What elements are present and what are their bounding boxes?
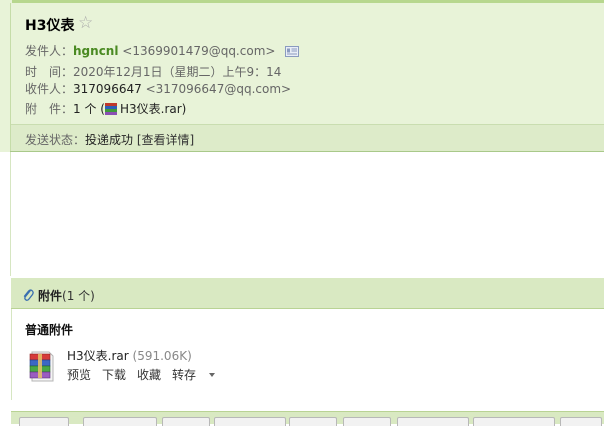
status-details-link[interactable]: [查看详情] xyxy=(137,133,194,147)
favorite-link[interactable]: 收藏 xyxy=(137,368,161,382)
header-top-border xyxy=(12,0,604,3)
star-icon[interactable]: ☆ xyxy=(78,13,93,33)
attachment-label: 附 件： xyxy=(25,102,74,116)
attachment-file-size: (591.06K) xyxy=(132,349,192,363)
attachment-row: 附 件：1 个 ( H3仪表.rar) xyxy=(25,100,186,117)
toolbar-button[interactable] xyxy=(83,417,157,426)
chevron-down-icon xyxy=(209,373,216,377)
to-row: 收件人：317096647 <317096647@qq.com> xyxy=(25,80,291,97)
normal-attachments-label: 普通附件 xyxy=(25,323,74,337)
time-label: 时 间： xyxy=(25,65,74,79)
toolbar-button[interactable] xyxy=(473,417,555,426)
recipient-name[interactable]: 317096647 xyxy=(73,82,142,96)
preview-link[interactable]: 预览 xyxy=(67,368,91,382)
download-link[interactable]: 下载 xyxy=(102,368,126,382)
attachment-close: ) xyxy=(181,102,187,116)
mail-subject: H3仪表 xyxy=(25,18,75,34)
time-row: 时 间：2020年12月1日（星期二）上午9：14 xyxy=(25,63,281,80)
from-row: 发件人：hgncnl <1369901479@qq.com> xyxy=(25,42,300,60)
toolbar-button[interactable] xyxy=(162,417,210,426)
attachments-header xyxy=(11,278,604,308)
sender-name[interactable]: hgncnl xyxy=(73,44,118,58)
contact-card-icon[interactable] xyxy=(285,46,300,60)
toolbar-button[interactable] xyxy=(397,417,469,426)
status-label: 发送状态： xyxy=(25,133,86,147)
paperclip-icon xyxy=(22,288,34,305)
sender-address: <1369901479@qq.com> xyxy=(122,44,276,58)
delivery-status-row: 发送状态：投递成功 [查看详情] xyxy=(25,131,194,148)
header-bottom-border xyxy=(10,151,604,152)
attachments-title-label: 附件 xyxy=(38,289,63,303)
toolbar-button[interactable] xyxy=(560,417,602,426)
status-value: 投递成功 xyxy=(85,133,134,147)
toolbar-button[interactable] xyxy=(289,417,337,426)
rar-archive-icon xyxy=(104,103,117,115)
body-left-border xyxy=(10,152,11,276)
attachment-file-row: H3仪表.rar (591.06K) xyxy=(67,347,192,364)
toolbar-button[interactable] xyxy=(214,417,286,426)
attachment-count: 1 个 ( xyxy=(73,102,105,116)
toolbar-button[interactable] xyxy=(343,417,391,426)
recipient-address: <317096647@qq.com> xyxy=(145,82,292,96)
time-value: 2020年12月1日（星期二）上午9：14 xyxy=(73,65,282,79)
toolbar-button[interactable] xyxy=(19,417,69,426)
to-label: 收件人： xyxy=(25,82,74,96)
save-to-label: 转存 xyxy=(172,368,197,382)
attachments-title: 附件(1 个) xyxy=(38,287,95,304)
rar-archive-icon[interactable] xyxy=(29,349,55,386)
attachments-title-count: (1 个) xyxy=(62,289,95,303)
attachment-link[interactable]: H3仪表.rar xyxy=(120,102,182,116)
save-to-dropdown[interactable]: 转存 xyxy=(172,368,216,382)
from-label: 发件人： xyxy=(25,44,74,58)
attachment-actions: 预览 下载 收藏 转存 xyxy=(67,366,216,383)
attachment-file-name[interactable]: H3仪表.rar xyxy=(67,349,129,363)
